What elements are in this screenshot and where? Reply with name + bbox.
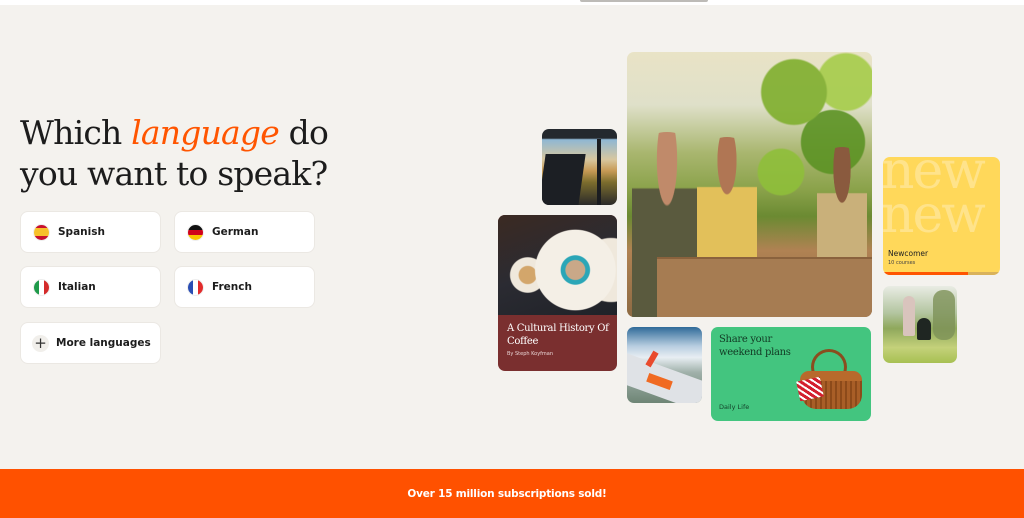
garden-photo (883, 286, 957, 363)
airplane-wing-photo (627, 327, 702, 403)
plus-icon: + (32, 334, 49, 352)
weekend-plans-card[interactable]: Share your weekend plans Daily Life (711, 327, 871, 421)
car-door-shape (542, 154, 586, 205)
person-shape (697, 137, 757, 267)
tree-shape (933, 290, 955, 340)
language-button-spanish[interactable]: Spanish (20, 211, 161, 253)
subscriptions-banner: Over 15 million subscriptions sold! (0, 469, 1024, 518)
person-shape (917, 318, 931, 340)
coffee-table-photo (498, 215, 617, 315)
newcomer-course-count: 10 courses (888, 260, 916, 266)
language-button-italian[interactable]: Italian (20, 266, 161, 308)
person-shape (817, 147, 867, 267)
newcomer-progress-bar (883, 272, 1000, 275)
coffee-card-title: A Cultural History Of Coffee (507, 323, 609, 347)
top-bar (0, 0, 1024, 5)
italy-flag-icon (34, 279, 49, 295)
car-frame-shape (597, 139, 601, 205)
umbrella-shape (903, 296, 915, 336)
top-tab-handle[interactable] (580, 0, 708, 2)
newcomer-progress-fill (883, 272, 969, 275)
coffee-card-author: By Steph Koyfman (507, 351, 554, 357)
page-title: Which language do you want to speak? (20, 113, 329, 193)
table-shape (657, 257, 872, 317)
language-button-german[interactable]: German (174, 211, 315, 253)
newcomer-card[interactable]: new new Newcomer 10 courses (883, 157, 1000, 275)
friends-at-table-photo (627, 52, 872, 317)
headline-accent-word: language (131, 113, 280, 152)
language-label: French (212, 281, 252, 293)
germany-flag-icon (188, 224, 203, 240)
france-flag-icon (188, 279, 203, 295)
language-label: German (212, 226, 259, 238)
banner-text: Over 15 million subscriptions sold! (407, 487, 607, 500)
coffee-history-card[interactable]: A Cultural History Of Coffee By Steph Ko… (498, 215, 617, 371)
picnic-basket-icon (796, 349, 864, 411)
car-window-photo (542, 129, 617, 205)
spain-flag-icon (34, 224, 49, 240)
more-languages-label: More languages (56, 337, 151, 349)
language-label: Italian (58, 281, 96, 293)
newcomer-background-word: new new (883, 157, 986, 245)
more-languages-button[interactable]: + More languages (20, 322, 161, 364)
weekend-card-tag: Daily Life (719, 403, 750, 411)
language-label: Spanish (58, 226, 105, 238)
language-button-french[interactable]: French (174, 266, 315, 308)
newcomer-title: Newcomer (888, 249, 929, 258)
weekend-card-title: Share your weekend plans (719, 334, 791, 358)
